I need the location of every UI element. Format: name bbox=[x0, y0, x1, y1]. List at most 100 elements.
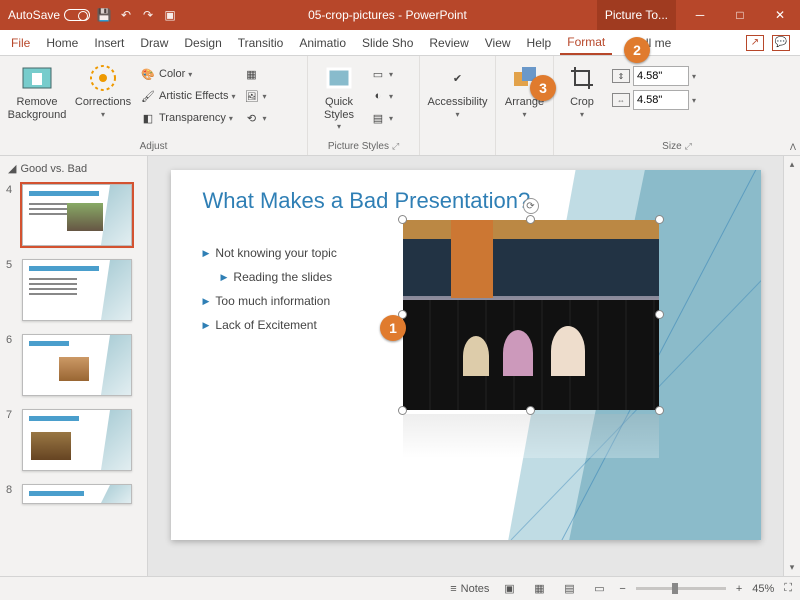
dialog-launcher-icon[interactable]: ⤢ bbox=[685, 141, 692, 151]
height-input[interactable] bbox=[633, 66, 689, 86]
spinner-icon[interactable]: ▾ bbox=[692, 96, 696, 105]
slide-thumbnail-7[interactable] bbox=[22, 409, 132, 471]
layout-icon: ▤ bbox=[370, 110, 386, 126]
resize-handle[interactable] bbox=[526, 406, 535, 415]
zoom-in-icon[interactable]: + bbox=[736, 583, 742, 595]
save-icon[interactable]: 💾 bbox=[96, 7, 112, 23]
resize-handle[interactable] bbox=[398, 215, 407, 224]
resize-handle[interactable] bbox=[655, 406, 664, 415]
remove-background-button[interactable]: Remove Background bbox=[6, 60, 68, 121]
tab-animations[interactable]: Animatio bbox=[292, 32, 353, 54]
tab-slideshow[interactable]: Slide Sho bbox=[355, 32, 420, 54]
autosave-label: AutoSave bbox=[8, 8, 60, 22]
resize-handle[interactable] bbox=[655, 310, 664, 319]
color-button[interactable]: 🎨 Color▾ bbox=[138, 64, 238, 84]
accessibility-icon: ✔ bbox=[442, 62, 474, 94]
slide-thumbnail-8[interactable] bbox=[22, 484, 132, 504]
autosave-toggle[interactable]: AutoSave bbox=[8, 8, 90, 22]
corrections-button[interactable]: Corrections ▾ bbox=[72, 60, 134, 119]
picture-layout-button[interactable]: ▤▾ bbox=[368, 108, 395, 128]
tab-transitions[interactable]: Transitio bbox=[231, 32, 291, 54]
spinner-icon[interactable]: ▾ bbox=[692, 72, 696, 81]
slide-thumbnail-6[interactable] bbox=[22, 334, 132, 396]
tab-design[interactable]: Design bbox=[177, 32, 228, 54]
crop-icon bbox=[566, 62, 598, 94]
crop-button[interactable]: Crop ▾ bbox=[560, 60, 604, 119]
tab-review[interactable]: Review bbox=[422, 32, 475, 54]
comments-icon[interactable]: 💬 bbox=[772, 35, 790, 51]
color-icon: 🎨 bbox=[140, 66, 156, 82]
quick-styles-button[interactable]: Quick Styles ▾ bbox=[314, 60, 364, 131]
close-button[interactable]: ✕ bbox=[760, 0, 800, 30]
picture-content bbox=[403, 220, 659, 410]
height-icon: ⇕ bbox=[612, 69, 630, 83]
width-icon: ⇔ bbox=[612, 93, 630, 107]
compress-pictures-button[interactable]: ▦ bbox=[242, 64, 269, 84]
restore-button[interactable]: □ bbox=[720, 0, 760, 30]
tab-view[interactable]: View bbox=[478, 32, 518, 54]
group-label-picture-styles: Picture Styles bbox=[328, 141, 389, 152]
share-icon[interactable]: ↗ bbox=[746, 35, 764, 51]
fit-to-window-icon[interactable]: ⛶ bbox=[784, 582, 792, 595]
undo-icon[interactable]: ↶ bbox=[118, 7, 134, 23]
reset-icon: ⟲ bbox=[244, 110, 260, 126]
reading-view-icon[interactable]: ▤ bbox=[559, 581, 579, 597]
ribbon-tabs: File Home Insert Draw Design Transitio A… bbox=[0, 30, 800, 56]
tab-insert[interactable]: Insert bbox=[87, 32, 131, 54]
notes-button[interactable]: ≡Notes bbox=[450, 583, 489, 595]
normal-view-icon[interactable]: ▣ bbox=[499, 581, 519, 597]
picture-tools-context-tab[interactable]: Picture To... bbox=[597, 0, 676, 30]
change-picture-button[interactable]: 🖼▾ bbox=[242, 86, 269, 106]
slide-title: What Makes a Bad Presentation? bbox=[203, 188, 531, 214]
resize-handle[interactable] bbox=[526, 215, 535, 224]
slide-sorter-icon[interactable]: ▦ bbox=[529, 581, 549, 597]
rotation-handle[interactable]: ⟳ bbox=[523, 198, 539, 214]
width-input[interactable] bbox=[633, 90, 689, 110]
artistic-icon: 🖌 bbox=[140, 88, 156, 104]
picture-border-button[interactable]: ▭▾ bbox=[368, 64, 395, 84]
slideshow-view-icon[interactable]: ▭ bbox=[589, 581, 609, 597]
scroll-down-icon[interactable]: ▾ bbox=[784, 559, 800, 576]
collapse-section-icon: ◢ bbox=[8, 162, 16, 175]
notes-icon: ≡ bbox=[450, 583, 456, 595]
accessibility-button[interactable]: ✔ Accessibility ▾ bbox=[426, 60, 489, 119]
transparency-button[interactable]: ◧ Transparency▾ bbox=[138, 108, 238, 128]
collapse-ribbon-icon[interactable]: ᐱ bbox=[790, 142, 796, 153]
zoom-out-icon[interactable]: − bbox=[619, 583, 625, 595]
group-label-adjust: Adjust bbox=[0, 139, 307, 155]
toggle-off-icon bbox=[64, 9, 90, 21]
slide-thumbnail-5[interactable] bbox=[22, 259, 132, 321]
zoom-level[interactable]: 45% bbox=[752, 583, 774, 595]
slide-canvas[interactable]: What Makes a Bad Presentation? ▶Not know… bbox=[148, 156, 783, 576]
zoom-slider[interactable] bbox=[636, 587, 726, 590]
resize-handle[interactable] bbox=[398, 406, 407, 415]
title-bar: AutoSave 💾 ↶ ↷ ▣ 05-crop-pictures - Powe… bbox=[0, 0, 800, 30]
callout-3: 3 bbox=[530, 75, 556, 101]
scroll-up-icon[interactable]: ▴ bbox=[784, 156, 800, 173]
reset-picture-button[interactable]: ⟲▾ bbox=[242, 108, 269, 128]
vertical-scrollbar[interactable]: ▴ ▾ bbox=[783, 156, 800, 576]
slide: What Makes a Bad Presentation? ▶Not know… bbox=[171, 170, 761, 540]
slide-thumbnail-pane[interactable]: ◢Good vs. Bad 4 5 6 7 8 bbox=[0, 156, 148, 576]
artistic-effects-button[interactable]: 🖌 Artistic Effects▾ bbox=[138, 86, 238, 106]
tab-format[interactable]: Format bbox=[560, 31, 612, 55]
bullet-list: ▶Not knowing your topic ▶Reading the sli… bbox=[203, 246, 337, 342]
dialog-launcher-icon[interactable]: ⤢ bbox=[392, 141, 399, 151]
picture-effects-button[interactable]: ◐▾ bbox=[368, 86, 395, 106]
tab-file[interactable]: File bbox=[4, 32, 37, 54]
selected-picture[interactable]: ⟳ bbox=[403, 220, 659, 410]
start-slideshow-icon[interactable]: ▣ bbox=[162, 7, 178, 23]
resize-handle[interactable] bbox=[655, 215, 664, 224]
tab-draw[interactable]: Draw bbox=[133, 32, 175, 54]
redo-icon[interactable]: ↷ bbox=[140, 7, 156, 23]
status-bar: ≡Notes ▣ ▦ ▤ ▭ − + 45% ⛶ bbox=[0, 576, 800, 600]
chevron-down-icon: ▾ bbox=[101, 110, 105, 119]
slide-thumbnail-4[interactable] bbox=[22, 184, 132, 246]
minimize-button[interactable]: ─ bbox=[680, 0, 720, 30]
tab-home[interactable]: Home bbox=[39, 32, 85, 54]
tab-help[interactable]: Help bbox=[520, 32, 559, 54]
section-header[interactable]: ◢Good vs. Bad bbox=[0, 160, 147, 181]
group-label-size: Size bbox=[662, 141, 681, 152]
compress-icon: ▦ bbox=[244, 66, 260, 82]
window-title: 05-crop-pictures - PowerPoint bbox=[178, 8, 597, 22]
